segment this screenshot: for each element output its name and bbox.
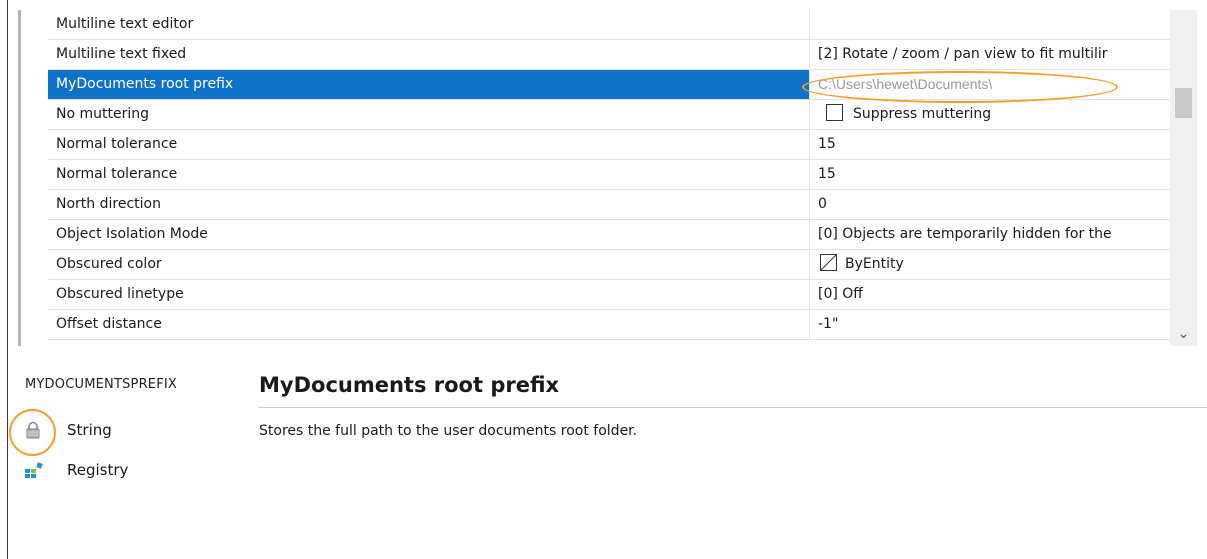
grid-row[interactable]: North direction 0	[48, 190, 1170, 220]
grid-row[interactable]: Normal tolerance 15	[48, 130, 1170, 160]
scrollbar-thumb[interactable]	[1175, 88, 1192, 118]
row-name: No muttering	[48, 100, 810, 129]
row-value-checkbox[interactable]: Suppress muttering	[810, 100, 1170, 129]
row-name: Multiline text editor	[48, 10, 810, 39]
row-value[interactable]: 15	[810, 130, 1170, 159]
row-value-color[interactable]: ByEntity	[810, 250, 1170, 279]
row-name: Object Isolation Mode	[48, 220, 810, 249]
window-left-border	[7, 0, 8, 559]
grid-row[interactable]: Normal tolerance 15	[48, 160, 1170, 190]
color-swatch-icon	[820, 254, 837, 271]
type-label: String	[67, 421, 112, 439]
variable-name: MYDOCUMENTSPREFIX	[25, 377, 178, 392]
highlight-oval	[9, 409, 56, 456]
row-value[interactable]: [0] Off	[810, 280, 1170, 309]
grid-row[interactable]: No muttering Suppress muttering	[48, 100, 1170, 130]
row-name: North direction	[48, 190, 810, 219]
row-name: Normal tolerance	[48, 160, 810, 189]
grid-row[interactable]: Multiline text fixed [2] Rotate / zoom /…	[48, 40, 1170, 70]
variables-grid: Multiline text editor Multiline text fix…	[18, 10, 1170, 346]
suppress-muttering-checkbox[interactable]	[826, 104, 843, 121]
grid-row[interactable]: Object Isolation Mode [0] Objects are te…	[48, 220, 1170, 250]
storage-label: Registry	[67, 461, 129, 479]
color-label: ByEntity	[845, 256, 904, 272]
checkbox-label: Suppress muttering	[853, 106, 992, 122]
row-value[interactable]: 0	[810, 190, 1170, 219]
row-value[interactable]	[810, 10, 1170, 39]
help-title: MyDocuments root prefix	[259, 373, 560, 397]
row-value[interactable]: [0] Objects are temporarily hidden for t…	[810, 220, 1170, 249]
row-value[interactable]: 15	[810, 160, 1170, 189]
chevron-down-icon[interactable]: ⌄	[1170, 322, 1197, 346]
grid-left-border	[18, 10, 21, 346]
highlight-oval	[802, 71, 1118, 103]
row-name: Offset distance	[48, 310, 810, 339]
grid-row[interactable]: Obscured linetype [0] Off	[48, 280, 1170, 310]
row-value[interactable]: [2] Rotate / zoom / pan view to fit mult…	[810, 40, 1170, 69]
help-divider	[258, 407, 1207, 408]
registry-icon	[25, 462, 43, 478]
grid-row[interactable]: Obscured color ByEntity	[48, 250, 1170, 280]
grid-row[interactable]: Offset distance -1"	[48, 310, 1170, 340]
vertical-scrollbar[interactable]: ⌄	[1170, 10, 1197, 346]
row-value[interactable]: -1"	[810, 310, 1170, 339]
row-name: Obscured linetype	[48, 280, 810, 309]
row-name: Normal tolerance	[48, 130, 810, 159]
help-description: Stores the full path to the user documen…	[259, 423, 638, 439]
row-name: MyDocuments root prefix	[48, 70, 810, 99]
row-name: Multiline text fixed	[48, 40, 810, 69]
grid-row[interactable]: Multiline text editor	[48, 10, 1170, 40]
row-name: Obscured color	[48, 250, 810, 279]
